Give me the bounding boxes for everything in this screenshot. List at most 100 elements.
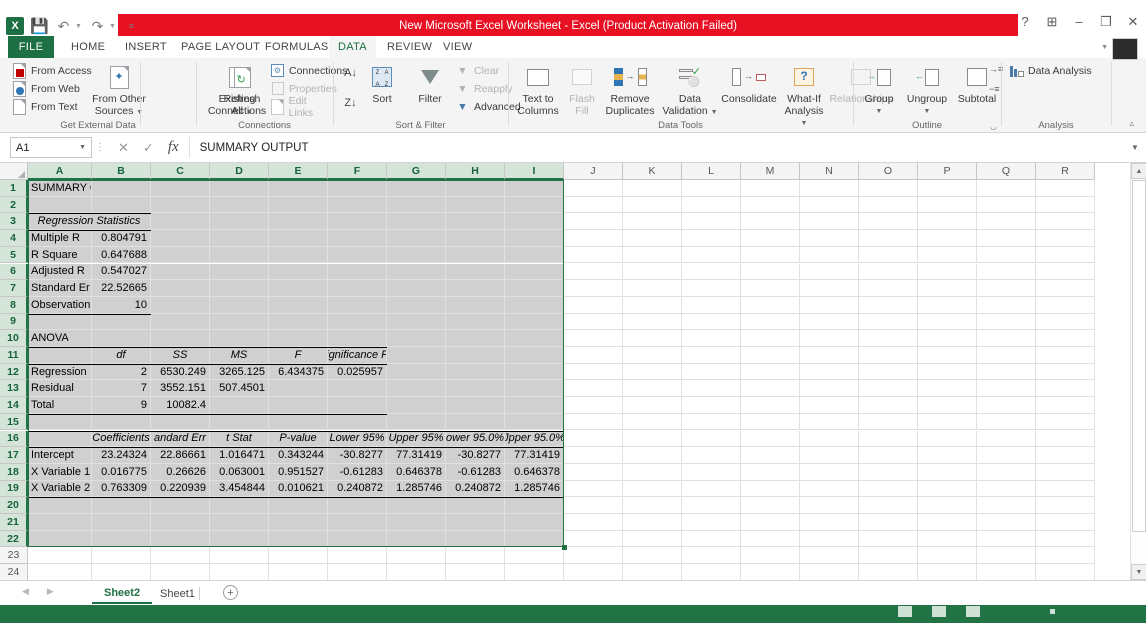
cell-R5[interactable] <box>1036 247 1095 264</box>
cell-E14[interactable] <box>269 397 328 414</box>
cell-M3[interactable] <box>741 213 800 230</box>
cell-L24[interactable] <box>682 564 741 580</box>
cell-L20[interactable] <box>682 497 741 514</box>
cell-O10[interactable] <box>859 330 918 347</box>
cell-J24[interactable] <box>564 564 623 580</box>
cell-R19[interactable] <box>1036 481 1095 498</box>
cell-K18[interactable] <box>623 464 682 481</box>
cell-K23[interactable] <box>623 547 682 564</box>
cell-M22[interactable] <box>741 531 800 548</box>
cell-Q5[interactable] <box>977 247 1036 264</box>
cell-M2[interactable] <box>741 197 800 214</box>
cell-F18[interactable]: -0.61283 <box>328 464 387 481</box>
cell-J22[interactable] <box>564 531 623 548</box>
row-header-17[interactable]: 17 <box>0 447 28 464</box>
cell-A19[interactable]: X Variable 2 <box>28 481 92 498</box>
row-header-16[interactable]: 16 <box>0 431 28 448</box>
cell-N18[interactable] <box>800 464 859 481</box>
cell-I24[interactable] <box>505 564 564 580</box>
cell-D21[interactable] <box>210 514 269 531</box>
cell-Q20[interactable] <box>977 497 1036 514</box>
cell-P11[interactable] <box>918 347 977 364</box>
row-header-5[interactable]: 5 <box>0 247 28 264</box>
cell-H19[interactable]: 0.240872 <box>446 481 505 498</box>
cell-L14[interactable] <box>682 397 741 414</box>
cell-K5[interactable] <box>623 247 682 264</box>
cell-R6[interactable] <box>1036 264 1095 281</box>
collapse-ribbon-arrow-icon[interactable]: ▵ <box>1129 118 1134 129</box>
cell-G22[interactable] <box>387 531 446 548</box>
cell-H4[interactable] <box>446 230 505 247</box>
row-header-12[interactable]: 12 <box>0 364 28 381</box>
row-header-24[interactable]: 24 <box>0 564 28 580</box>
column-header-q[interactable]: Q <box>977 163 1036 180</box>
cell-C23[interactable] <box>151 547 210 564</box>
cell-O1[interactable] <box>859 180 918 197</box>
select-all-corner[interactable] <box>0 163 28 180</box>
cell-C9[interactable] <box>151 314 210 331</box>
cell-A2[interactable] <box>28 197 92 214</box>
cell-R20[interactable] <box>1036 497 1095 514</box>
cell-C17[interactable]: 22.86661 <box>151 447 210 464</box>
cell-D12[interactable]: 3265.125 <box>210 364 269 381</box>
cell-N9[interactable] <box>800 314 859 331</box>
cell-P1[interactable] <box>918 180 977 197</box>
cell-Q24[interactable] <box>977 564 1036 580</box>
name-box-caret-icon[interactable]: ▼ <box>79 144 86 151</box>
cell-G7[interactable] <box>387 280 446 297</box>
cell-M7[interactable] <box>741 280 800 297</box>
row-header-8[interactable]: 8 <box>0 297 28 314</box>
row-header-19[interactable]: 19 <box>0 481 28 498</box>
cell-Q11[interactable] <box>977 347 1036 364</box>
cell-D5[interactable] <box>210 247 269 264</box>
cell-N10[interactable] <box>800 330 859 347</box>
cell-N15[interactable] <box>800 414 859 431</box>
cell-L17[interactable] <box>682 447 741 464</box>
cell-G4[interactable] <box>387 230 446 247</box>
cell-F8[interactable] <box>328 297 387 314</box>
cell-J19[interactable] <box>564 481 623 498</box>
cell-H20[interactable] <box>446 497 505 514</box>
cell-C19[interactable]: 0.220939 <box>151 481 210 498</box>
cell-M1[interactable] <box>741 180 800 197</box>
cell-G19[interactable]: 1.285746 <box>387 481 446 498</box>
cell-Q7[interactable] <box>977 280 1036 297</box>
cell-G2[interactable] <box>387 197 446 214</box>
column-header-a[interactable]: A <box>28 163 92 180</box>
cell-P3[interactable] <box>918 213 977 230</box>
cell-R16[interactable] <box>1036 431 1095 448</box>
cell-E10[interactable] <box>269 330 328 347</box>
column-header-c[interactable]: C <box>151 163 210 180</box>
sheet-prev-icon[interactable]: ◀ <box>22 586 29 597</box>
cell-J15[interactable] <box>564 414 623 431</box>
cell-D9[interactable] <box>210 314 269 331</box>
cell-P23[interactable] <box>918 547 977 564</box>
page-layout-view-icon[interactable] <box>932 606 946 617</box>
undo-icon[interactable]: ↶ <box>55 18 72 35</box>
cell-E20[interactable] <box>269 497 328 514</box>
row-header-11[interactable]: 11 <box>0 347 28 364</box>
cell-C4[interactable] <box>151 230 210 247</box>
cell-Q10[interactable] <box>977 330 1036 347</box>
cell-G17[interactable]: 77.31419 <box>387 447 446 464</box>
cell-B24[interactable] <box>92 564 151 580</box>
cell-Q22[interactable] <box>977 531 1036 548</box>
cell-J18[interactable] <box>564 464 623 481</box>
cell-O2[interactable] <box>859 197 918 214</box>
cell-E17[interactable]: 0.343244 <box>269 447 328 464</box>
sort-button[interactable]: ZAAZ Sort <box>361 62 403 106</box>
cell-M13[interactable] <box>741 380 800 397</box>
row-header-18[interactable]: 18 <box>0 464 28 481</box>
name-box[interactable]: A1 ▼ <box>10 137 92 158</box>
cell-Q18[interactable] <box>977 464 1036 481</box>
cell-O14[interactable] <box>859 397 918 414</box>
cell-P6[interactable] <box>918 264 977 281</box>
cell-N14[interactable] <box>800 397 859 414</box>
cell-E23[interactable] <box>269 547 328 564</box>
save-icon[interactable]: 💾 <box>31 18 48 35</box>
cell-K20[interactable] <box>623 497 682 514</box>
cell-R13[interactable] <box>1036 380 1095 397</box>
cell-O9[interactable] <box>859 314 918 331</box>
cell-F23[interactable] <box>328 547 387 564</box>
cell-O5[interactable] <box>859 247 918 264</box>
